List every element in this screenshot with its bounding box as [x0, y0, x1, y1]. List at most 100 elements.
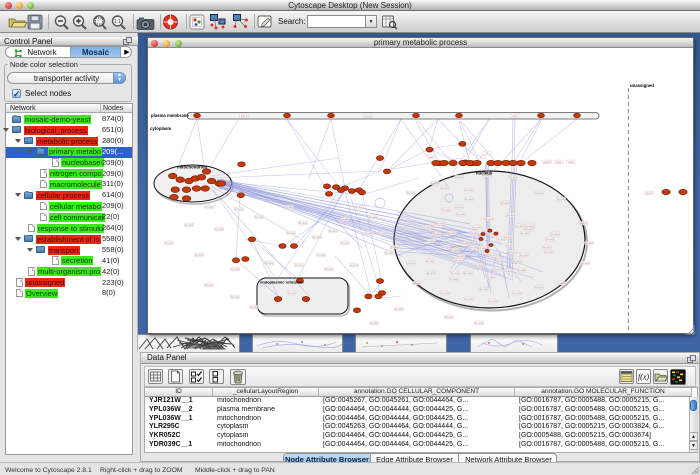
svg-text:xx-xxx: xx-xxx [455, 175, 464, 179]
svg-text:xx-xxx: xx-xxx [507, 213, 516, 217]
svg-text:xx-xxx: xx-xxx [285, 205, 294, 209]
svg-text:xx-xxx: xx-xxx [231, 267, 240, 271]
svg-text:xx-xxx: xx-xxx [379, 231, 388, 235]
svg-text:xx-xxx: xx-xxx [355, 205, 364, 209]
svg-text:xx-xxx: xx-xxx [501, 201, 510, 205]
svg-text:xx-xxx: xx-xxx [365, 231, 374, 235]
svg-text:xx-xxx: xx-xxx [205, 283, 214, 287]
svg-text:f(x): f(x) [638, 373, 649, 382]
svg-text:xx-xxx: xx-xxx [205, 205, 214, 209]
svg-text:xx-xxx: xx-xxx [585, 241, 594, 245]
svg-text:xx-xxx: xx-xxx [385, 251, 394, 255]
svg-text:xxx-x: xxx-x [241, 114, 248, 118]
svg-text:xx-xxx: xx-xxx [461, 241, 470, 245]
svg-text:xx-xxx: xx-xxx [457, 212, 466, 216]
svg-text:xx-xxx: xx-xxx [505, 235, 514, 239]
svg-text:xx-xxx: xx-xxx [317, 253, 326, 257]
svg-text:xx-xxx: xx-xxx [535, 285, 544, 289]
svg-text:xxxx: xxxx [556, 160, 562, 164]
svg-text:xx-xxx: xx-xxx [215, 227, 224, 231]
svg-text:xx-xxx: xx-xxx [579, 221, 588, 225]
svg-text:xx-xxx: xx-xxx [546, 237, 555, 241]
svg-text:xx-xxx: xx-xxx [370, 321, 379, 325]
svg-text:xx-xxx: xx-xxx [485, 217, 494, 221]
svg-text:xx-xxx: xx-xxx [487, 275, 496, 279]
svg-text:xx-xxx: xx-xxx [329, 229, 338, 233]
svg-text:xx-xxx: xx-xxx [509, 250, 518, 254]
svg-text:xx-xxx: xx-xxx [442, 208, 451, 212]
svg-text:unassigned: unassigned [630, 83, 654, 88]
svg-text:xx-xxx: xx-xxx [493, 267, 502, 271]
svg-text:xx-xxx: xx-xxx [478, 246, 487, 250]
svg-text:xx-xxx: xx-xxx [441, 291, 450, 295]
svg-text:xx-xxx: xx-xxx [407, 191, 416, 195]
svg-text:xx-xxx: xx-xxx [551, 232, 560, 236]
svg-text:xx-xxx: xx-xxx [525, 227, 534, 231]
svg-text:xx-xxx: xx-xxx [545, 250, 554, 254]
svg-text:xx-xxx: xx-xxx [445, 315, 454, 319]
svg-text:xx-xxx: xx-xxx [231, 295, 240, 299]
svg-text:cytoplasm: cytoplasm [150, 126, 171, 131]
svg-text:xx-xxx: xx-xxx [497, 259, 506, 263]
svg-text:xx-xxx: xx-xxx [543, 245, 552, 249]
svg-text:xx-xxx: xx-xxx [313, 235, 322, 239]
svg-text:xxxx: xxxx [512, 114, 518, 118]
svg-text:xx-xx: xx-xx [365, 114, 372, 118]
svg-text:xx-xxx: xx-xxx [473, 225, 482, 229]
svg-text:xx-xxx: xx-xxx [455, 205, 464, 209]
svg-text:xx-xxx: xx-xxx [451, 248, 460, 252]
svg-text:xx-xxx: xx-xxx [557, 281, 566, 285]
svg-text:xx-xx: xx-xx [646, 191, 653, 195]
svg-text:1:1: 1:1 [114, 19, 121, 25]
svg-text:nucleus: nucleus [476, 171, 493, 176]
svg-text:xx-xxx: xx-xxx [465, 297, 474, 301]
svg-text:xx-xxx: xx-xxx [513, 291, 522, 295]
svg-text:xx-xxx: xx-xxx [433, 225, 442, 229]
svg-text:xx-xxx: xx-xxx [407, 261, 416, 265]
svg-text:xxxxx: xxxxx [544, 160, 552, 164]
svg-text:xx-xxx: xx-xxx [557, 197, 566, 201]
svg-text:xx-xxx: xx-xxx [470, 231, 479, 235]
svg-text:mitochondrion: mitochondrion [177, 165, 207, 170]
svg-text:xx-xxx: xx-xxx [250, 305, 259, 309]
svg-text:xx-xxx: xx-xxx [441, 186, 450, 190]
svg-text:xx-xxx: xx-xxx [506, 243, 515, 247]
svg-text:xx-xxx: xx-xxx [341, 217, 350, 221]
svg-text:xx-xxx: xx-xxx [369, 215, 378, 219]
svg-text:xx-xxx: xx-xxx [448, 231, 457, 235]
svg-text:xx-xxx: xx-xxx [395, 307, 404, 311]
svg-text:xx-xxx: xx-xxx [413, 281, 422, 285]
svg-text:xx-xxx: xx-xxx [426, 259, 435, 263]
svg-text:xx-xxx: xx-xxx [265, 261, 274, 265]
svg-text:xx-xxx: xx-xxx [464, 271, 473, 275]
svg-text:xx-xxx: xx-xxx [475, 263, 484, 267]
svg-text:xx-xxx: xx-xxx [235, 207, 244, 211]
svg-text:xx-xxx: xx-xxx [465, 197, 474, 201]
svg-text:xx-xxx: xx-xxx [195, 253, 204, 257]
svg-text:xxxx: xxxx [428, 155, 434, 159]
svg-text:xx-xxx: xx-xxx [455, 258, 464, 262]
svg-text:xx-xxx: xx-xxx [451, 271, 460, 275]
svg-text:xx-xxx: xx-xxx [442, 245, 451, 249]
svg-text:xx-xxx: xx-xxx [480, 287, 489, 291]
svg-text:xx-xxx: xx-xxx [287, 231, 296, 235]
svg-text:xx-xxx: xx-xxx [427, 271, 436, 275]
svg-text:xx-xxx: xx-xxx [516, 224, 525, 228]
svg-text:xx-xxx: xx-xxx [288, 291, 297, 295]
svg-text:xx-xxx: xx-xxx [465, 188, 474, 192]
svg-text:xx-xxx: xx-xxx [423, 225, 432, 229]
svg-text:xx-xxx: xx-xxx [165, 241, 174, 245]
svg-text:xx-xxx: xx-xxx [350, 263, 359, 267]
svg-text:xx-xxx: xx-xxx [295, 263, 304, 267]
svg-text:xxxx: xxxx [568, 160, 574, 164]
svg-text:xx-xxx: xx-xxx [520, 253, 529, 257]
svg-text:xx-xxx: xx-xxx [185, 223, 194, 227]
svg-text:xx-xxx: xx-xxx [489, 253, 498, 257]
svg-text:xx-xxx: xx-xxx [431, 181, 440, 185]
svg-text:xx-xxx: xx-xxx [299, 221, 308, 225]
svg-text:xx-xxx: xx-xxx [255, 215, 264, 219]
svg-text:xx-xxx: xx-xxx [504, 269, 513, 273]
svg-text:xx-xxx: xx-xxx [521, 231, 530, 235]
svg-text:plasma membrane: plasma membrane [151, 113, 189, 118]
svg-text:xx-xxx: xx-xxx [433, 232, 442, 236]
